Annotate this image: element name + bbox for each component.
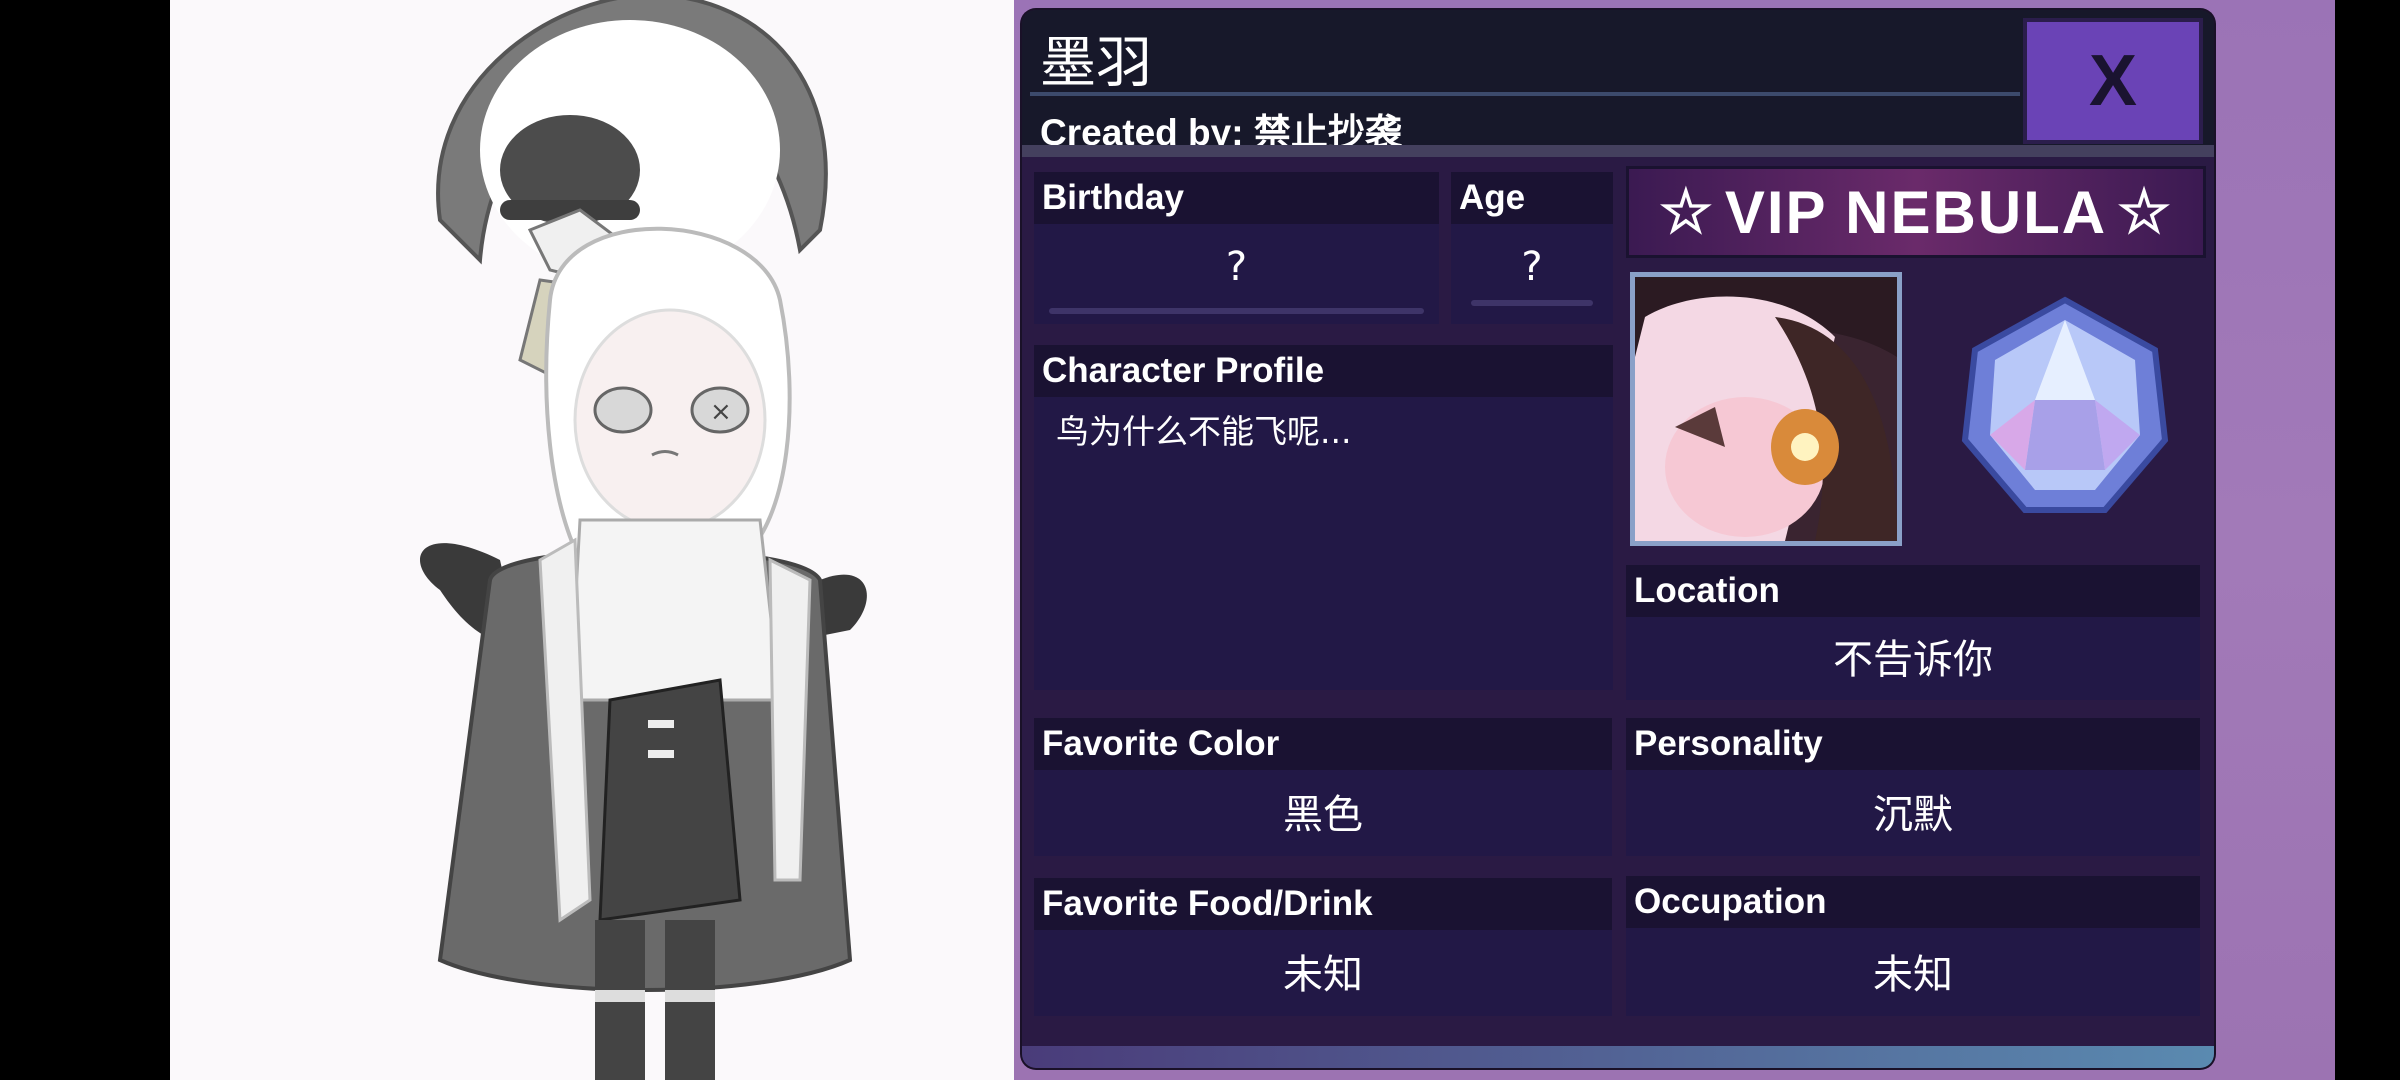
profile-label: Character Profile [1034, 345, 1613, 397]
avatar-art [1635, 277, 1897, 541]
header-divider [1022, 145, 2214, 157]
character-name: 墨羽 [1040, 31, 1152, 96]
location-value: 不告诉你 [1833, 637, 1993, 683]
favorite-color-label: Favorite Color [1034, 718, 1612, 770]
vip-badge: ☆ VIP NEBULA ☆ [1626, 166, 2206, 258]
close-button[interactable]: X [2023, 18, 2203, 144]
occupation-card: Occupation 未知 [1626, 876, 2200, 1016]
panel-header: 墨羽 Created by: 禁止抄袭 X [1022, 10, 2214, 153]
birthday-card: Birthday ? [1034, 172, 1439, 324]
birthday-label: Birthday [1034, 172, 1439, 224]
profile-card: Character Profile 鸟为什么不能飞呢... [1034, 345, 1613, 690]
age-underline [1471, 300, 1593, 306]
location-label: Location [1626, 565, 2200, 617]
occupation-value: 未知 [1873, 952, 1953, 998]
location-card: Location 不告诉你 [1626, 565, 2200, 700]
personality-value: 沉默 [1873, 792, 1953, 838]
panel-footer-strip [1022, 1046, 2214, 1068]
occupation-label: Occupation [1626, 876, 2200, 928]
favorite-food-label: Favorite Food/Drink [1034, 878, 1612, 930]
age-value: ? [1521, 244, 1543, 290]
favorite-food-value: 未知 [1283, 952, 1363, 998]
title-divider [1030, 92, 2020, 96]
birthday-value: ? [1225, 244, 1248, 290]
avatar-portrait [1630, 272, 1902, 546]
character-illustration: × [420, 0, 867, 1080]
favorite-color-card: Favorite Color 黑色 [1034, 718, 1612, 856]
screen-edge [2335, 0, 2400, 1080]
gem-icon [1961, 296, 2169, 513]
age-label: Age [1451, 172, 1613, 224]
favorite-food-card: Favorite Food/Drink 未知 [1034, 878, 1612, 1016]
personality-label: Personality [1626, 718, 2200, 770]
profile-text: 鸟为什么不能飞呢... [1056, 412, 1352, 451]
star-icon: ☆ [1659, 178, 1715, 245]
svg-text:×: × [710, 397, 732, 427]
birthday-underline [1049, 308, 1424, 314]
age-card: Age ? [1451, 172, 1613, 324]
close-icon[interactable]: X [2089, 40, 2137, 122]
personality-card: Personality 沉默 [1626, 718, 2200, 856]
vip-text: VIP NEBULA [1724, 178, 2108, 246]
favorite-color-value: 黑色 [1283, 792, 1363, 838]
star-icon: ☆ [2117, 178, 2173, 245]
